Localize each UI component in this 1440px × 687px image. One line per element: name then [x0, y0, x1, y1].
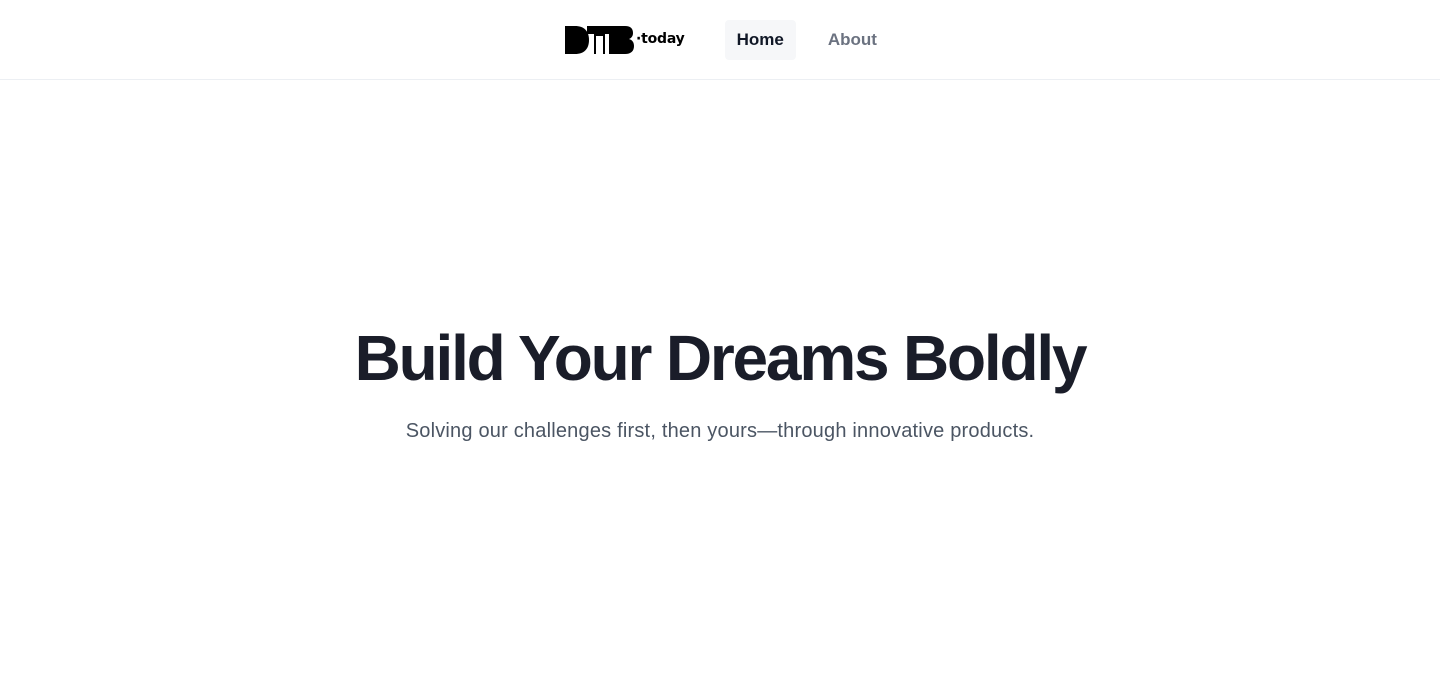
hero-section: Build Your Dreams Boldly Solving our cha… [0, 80, 1440, 687]
hero-subtitle: Solving our challenges first, then yours… [405, 420, 1035, 442]
main-nav: ·today Home About [565, 20, 889, 60]
logo-wordmark: ·today [636, 31, 685, 47]
nav-home-link[interactable]: Home [724, 20, 796, 60]
site-logo[interactable]: ·today [565, 20, 685, 60]
site-header: ·today Home About [0, 0, 1440, 80]
dtb-logo-mark [565, 26, 634, 54]
hero-title: Build Your Dreams Boldly [354, 322, 1088, 394]
nav-about-link[interactable]: About [816, 20, 889, 60]
